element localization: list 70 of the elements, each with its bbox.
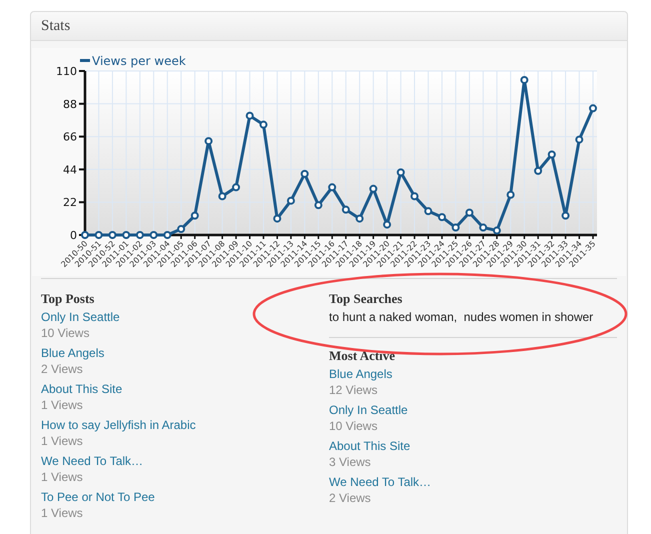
section-title: Top Posts [41,291,94,307]
post-link[interactable]: How to say Jellyfish in Arabic [41,417,196,433]
data-point [259,120,268,129]
post-link[interactable]: About This Site [329,438,410,454]
data-point [218,192,226,200]
data-point [232,183,240,192]
y-tick-label: 44 [63,163,77,176]
data-point [575,136,584,144]
section-title: Top Searches [329,291,402,307]
y-tick-label: 88 [63,98,77,111]
post-link[interactable]: Blue Angels [41,345,104,361]
data-point [438,213,446,222]
post-link[interactable]: To Pee or Not To Pee [41,489,155,505]
view-count: 2 Views [329,490,371,507]
post-link[interactable]: Only In Seattle [41,309,120,325]
data-point [479,224,488,232]
panel-title: Stats [41,16,70,36]
view-count: 3 Views [329,454,371,471]
data-point [410,192,419,200]
view-count: 10 Views [329,418,378,435]
search-terms: to hunt a naked woman, nudes women in shower [329,309,594,325]
view-count: 1 Views [41,433,83,450]
data-point [562,212,570,220]
data-point [396,168,405,176]
view-count: 10 Views [41,325,90,342]
data-point [452,224,460,232]
data-point [300,170,309,178]
section-title: Most Active [329,348,396,364]
data-point [286,196,295,205]
post-link[interactable]: Only In Seattle [329,402,408,418]
data-point [204,137,213,146]
data-point [122,231,130,239]
y-tick-label: 66 [63,130,77,144]
data-point [94,231,103,239]
post-link[interactable]: We Need To Talk… [329,474,432,490]
data-point [136,231,144,239]
view-count: 1 Views [41,505,83,522]
post-link[interactable]: We Need To Talk… [41,453,144,469]
data-point [246,112,254,120]
data-point [150,231,158,239]
data-point [492,226,501,235]
data-point [177,225,186,234]
view-count: 2 Views [41,361,83,378]
data-point [369,184,378,193]
data-point [163,231,172,239]
data-point [342,206,350,214]
data-point [424,207,432,216]
view-count: 1 Views [41,397,83,414]
data-point [465,208,474,217]
view-count: 1 Views [41,469,83,486]
data-point [589,104,597,112]
data-point [328,183,336,192]
data-point [548,150,556,158]
data-point [81,231,89,239]
view-count: 12 Views [329,382,378,399]
data-point [534,166,542,175]
legend: Views per week [80,54,186,68]
data-point [383,220,392,229]
post-link[interactable]: Blue Angels [329,366,392,382]
data-point [506,190,515,199]
data-point [520,76,528,84]
data-point [273,214,282,223]
y-tick-label: 110 [56,65,77,78]
data-point [108,231,116,239]
data-point [356,214,364,223]
data-point [190,212,199,220]
y-tick-label: 0 [70,229,77,242]
y-tick-label: 22 [63,196,77,210]
post-link[interactable]: About This Site [41,381,122,397]
data-point [314,201,322,210]
